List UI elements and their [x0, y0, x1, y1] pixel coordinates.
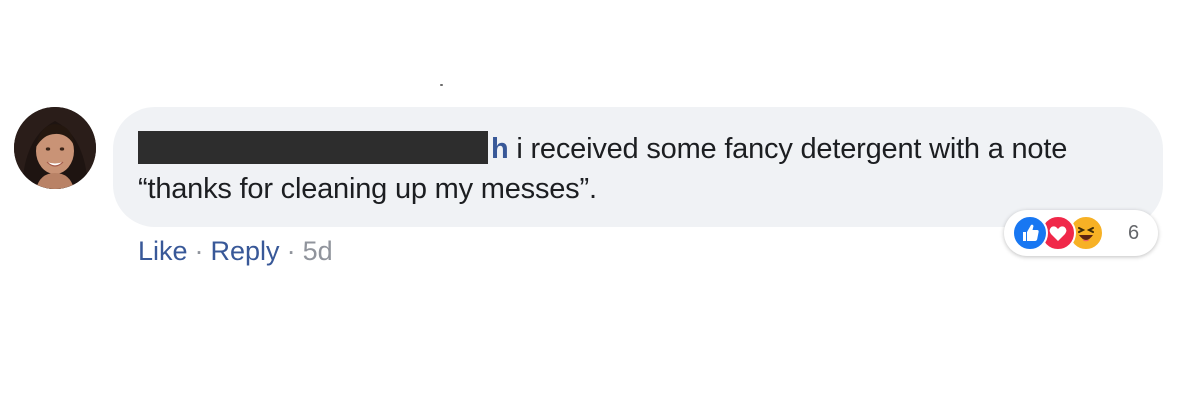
comment-screenshot: h i received some fancy detergent with a… [0, 0, 1200, 400]
reaction-count: 6 [1128, 222, 1140, 244]
reactions-summary[interactable]: 6 [1004, 210, 1158, 256]
avatar[interactable] [14, 107, 96, 189]
separator: · [194, 236, 204, 266]
like-button[interactable]: Like [138, 236, 188, 266]
like-icon [1012, 215, 1048, 251]
redacted-author-name [138, 131, 488, 164]
avatar-photo [14, 107, 96, 189]
comment-actions: Like · Reply · 5d [138, 234, 333, 268]
timestamp[interactable]: 5d [303, 236, 333, 266]
reply-button[interactable]: Reply [211, 236, 280, 266]
separator: · [286, 236, 296, 266]
comment-body: h i received some fancy detergent with a… [138, 129, 1128, 209]
stray-dot [440, 84, 443, 86]
author-name-fragment[interactable]: h [491, 133, 509, 165]
